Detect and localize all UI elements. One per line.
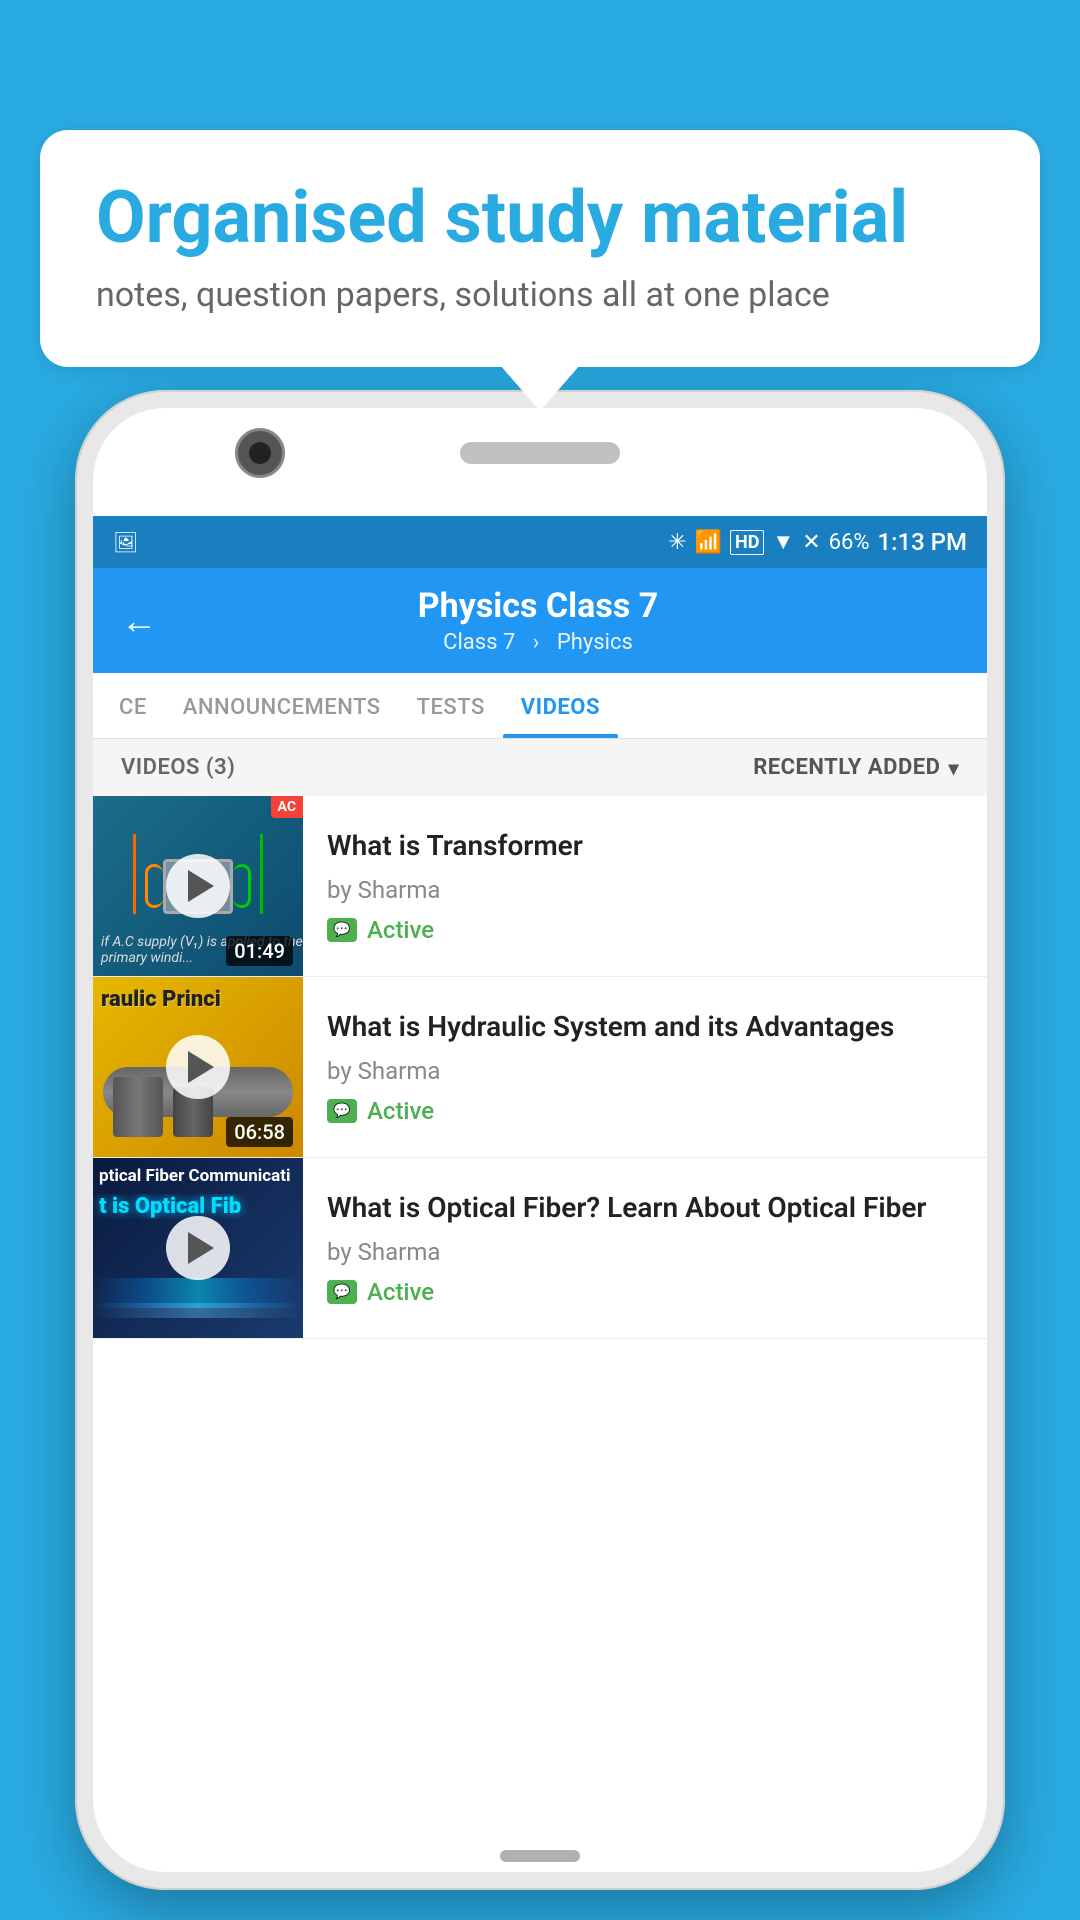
play-icon	[188, 870, 214, 902]
signal-icon: 📶	[695, 530, 722, 555]
status-right-info: ✳ 📶 HD ▼ ✕ 66% 1:13 PM	[668, 528, 967, 556]
status-label: Active	[367, 916, 434, 944]
play-icon	[188, 1232, 214, 1264]
video-author-transformer: by Sharma	[327, 876, 963, 904]
wire-left	[133, 834, 136, 914]
bubble-title: Organised study material	[96, 178, 984, 257]
wire-right	[260, 834, 263, 914]
video-status-hydraulic: 💬 Active	[327, 1097, 963, 1125]
play-button-transformer[interactable]	[166, 854, 230, 918]
chat-icon-2: 💬	[327, 1099, 357, 1123]
home-button[interactable]	[500, 1850, 580, 1862]
hd-badge: HD	[730, 530, 764, 555]
video-item-optical[interactable]: ptical Fiber Communicati t is Optical Fi…	[93, 1158, 987, 1339]
bubble-subtitle: notes, question papers, solutions all at…	[96, 275, 984, 315]
chat-icon-3: 💬	[327, 1280, 357, 1304]
status-label-2: Active	[367, 1097, 434, 1125]
video-title-hydraulic: What is Hydraulic System and its Advanta…	[327, 1009, 963, 1045]
video-status-optical: 💬 Active	[327, 1278, 963, 1306]
video-info-hydraulic: What is Hydraulic System and its Advanta…	[303, 977, 987, 1157]
phone-camera	[235, 428, 285, 478]
tab-tests[interactable]: TESTS	[399, 673, 503, 738]
tab-ce[interactable]: CE	[101, 673, 165, 738]
tab-announcements[interactable]: ANNOUNCEMENTS	[165, 673, 399, 738]
header-text: Physics Class 7 Class 7 › Physics	[181, 586, 895, 655]
phone-container: 🖼 ✳ 📶 HD ▼ ✕ 66% 1:13 PM ←	[75, 390, 1005, 1890]
thumbnail-hydraulic: raulic Princi 06:58	[93, 977, 303, 1157]
wifi-icon: ▼	[772, 529, 794, 555]
hydraulic-text: raulic Princi	[101, 987, 221, 1012]
tab-videos[interactable]: VIDEOS	[503, 673, 618, 738]
video-title-optical: What is Optical Fiber? Learn About Optic…	[327, 1190, 963, 1226]
dropdown-arrow-icon: ▾	[948, 756, 959, 780]
data-icon: ✕	[802, 530, 820, 555]
breadcrumb-class: Class 7	[443, 630, 515, 655]
header-title: Physics Class 7	[181, 586, 895, 626]
status-label-3: Active	[367, 1278, 434, 1306]
chat-icon: 💬	[327, 918, 357, 942]
status-bar: 🖼 ✳ 📶 HD ▼ ✕ 66% 1:13 PM	[93, 516, 987, 568]
video-author-optical: by Sharma	[327, 1238, 963, 1266]
duration-transformer: 01:49	[226, 936, 293, 966]
video-status-transformer: 💬 Active	[327, 916, 963, 944]
filter-bar: VIDEOS (3) RECENTLY ADDED ▾	[93, 739, 987, 796]
video-list: AC	[93, 796, 987, 1339]
optical-title-text: ptical Fiber Communicati	[99, 1166, 290, 1186]
phone-screen: 🖼 ✳ 📶 HD ▼ ✕ 66% 1:13 PM ←	[93, 408, 987, 1872]
screen-content: 🖼 ✳ 📶 HD ▼ ✕ 66% 1:13 PM ←	[93, 516, 987, 1812]
sort-label: RECENTLY ADDED	[753, 755, 940, 780]
play-button-hydraulic[interactable]	[166, 1035, 230, 1099]
phone-speaker	[460, 442, 620, 464]
coil-right	[233, 864, 251, 908]
video-item-transformer[interactable]: AC	[93, 796, 987, 977]
video-author-hydraulic: by Sharma	[327, 1057, 963, 1085]
fiber-streak-2	[93, 1303, 303, 1318]
coil-left	[145, 864, 163, 908]
phone-outer: 🖼 ✳ 📶 HD ▼ ✕ 66% 1:13 PM ←	[75, 390, 1005, 1890]
thumbnail-transformer: AC	[93, 796, 303, 976]
video-item-hydraulic[interactable]: raulic Princi 06:58	[93, 977, 987, 1158]
tab-bar: CE ANNOUNCEMENTS TESTS VIDEOS	[93, 673, 987, 739]
play-icon	[188, 1051, 214, 1083]
videos-count: VIDEOS (3)	[121, 755, 235, 780]
breadcrumb-subject: Physics	[557, 630, 633, 655]
thumbnail-optical: ptical Fiber Communicati t is Optical Fi…	[93, 1158, 303, 1338]
video-title-transformer: What is Transformer	[327, 828, 963, 864]
optical-top-text: ptical Fiber Communicati	[93, 1166, 303, 1186]
breadcrumb-separator: ›	[533, 630, 540, 655]
hydraulic-label: raulic Princi	[93, 987, 303, 1012]
play-button-optical[interactable]	[166, 1216, 230, 1280]
time-display: 1:13 PM	[877, 528, 967, 556]
speech-bubble-container: Organised study material notes, question…	[40, 130, 1040, 367]
back-button[interactable]: ←	[117, 596, 161, 646]
app-header: ← Physics Class 7 Class 7 › Physics	[93, 568, 987, 673]
video-info-transformer: What is Transformer by Sharma 💬 Active	[303, 796, 987, 976]
bluetooth-icon: ✳	[668, 530, 686, 555]
speech-bubble: Organised study material notes, question…	[40, 130, 1040, 367]
duration-hydraulic: 06:58	[226, 1117, 293, 1147]
optical-subtitle-text: t is Optical Fib	[99, 1194, 241, 1219]
cylinder-left	[113, 1077, 163, 1137]
breadcrumb: Class 7 › Physics	[181, 630, 895, 655]
status-left-icons: 🖼	[113, 530, 138, 554]
video-info-optical: What is Optical Fiber? Learn About Optic…	[303, 1158, 987, 1338]
sort-dropdown[interactable]: RECENTLY ADDED ▾	[753, 755, 959, 780]
battery-label: 66%	[829, 530, 870, 555]
notification-icon: 🖼	[113, 530, 138, 554]
